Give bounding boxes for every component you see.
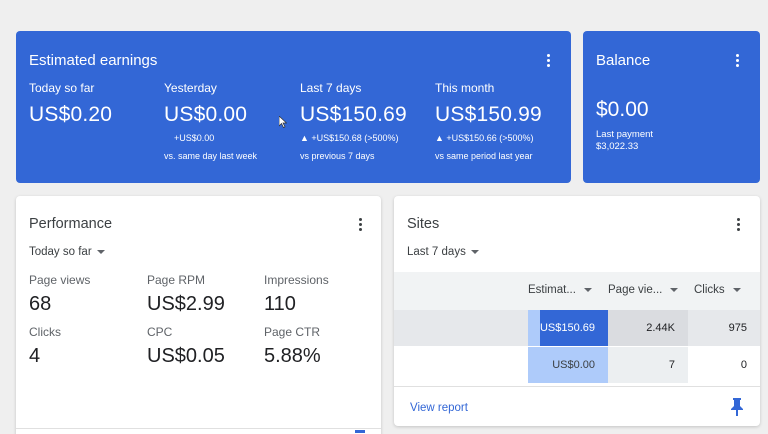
perf-metric-value: 68 xyxy=(29,293,52,315)
pin-icon[interactable] xyxy=(730,398,744,416)
cell-earnings: US$0.00 xyxy=(552,359,595,371)
balance-more-icon[interactable] xyxy=(729,52,745,68)
column-header-clicks[interactable]: Clicks xyxy=(694,284,741,296)
sort-arrow-icon xyxy=(670,288,679,292)
dropdown-arrow-icon xyxy=(96,250,105,254)
metric-yesterday: Yesterday US$0.00 +US$0.00 vs. same day … xyxy=(164,81,257,163)
metric-change: ▲ +US$150.66 (>500%) xyxy=(435,133,534,143)
perf-metric-value: 110 xyxy=(264,293,296,315)
perf-metric-label: Clicks xyxy=(29,325,61,339)
balance-card: Balance $0.00 Last payment $3,022.33 xyxy=(583,31,760,183)
perf-metric-value: 5.88% xyxy=(264,345,321,367)
dropdown-arrow-icon xyxy=(470,250,479,254)
cell-page-views: 7 xyxy=(608,347,688,383)
table-row[interactable]: US$0.00 7 0 xyxy=(394,347,760,383)
metric-value: US$0.20 xyxy=(29,103,113,126)
perf-metric-page-views: Page views 68 xyxy=(29,273,90,316)
performance-range-dropdown[interactable]: Today so far xyxy=(29,246,105,258)
performance-title: Performance xyxy=(29,216,113,232)
metric-label: Yesterday xyxy=(164,81,217,95)
metric-label: Today so far xyxy=(29,81,95,95)
performance-more-icon[interactable] xyxy=(352,216,368,232)
column-header-label: Clicks xyxy=(694,284,725,296)
metric-change: ▲ +US$150.68 (>500%) xyxy=(300,133,399,143)
last-payment-value: $3,022.33 xyxy=(596,141,639,152)
estimated-earnings-card: Estimated earnings Today so far US$0.20 … xyxy=(16,31,571,183)
metric-value: US$150.69 xyxy=(300,103,407,126)
metric-value: US$150.99 xyxy=(435,103,542,126)
cell-page-views: 2.44K xyxy=(608,310,688,346)
metric-comparison: vs previous 7 days xyxy=(300,151,375,161)
perf-metric-value: US$2.99 xyxy=(147,293,225,315)
sites-card: Sites Last 7 days Estimat... Page vie...… xyxy=(394,196,760,426)
sites-title: Sites xyxy=(407,216,440,232)
metric-label: This month xyxy=(435,81,495,95)
sort-arrow-icon xyxy=(732,288,741,292)
cell-clicks: 0 xyxy=(740,359,747,371)
cell-clicks: 975 xyxy=(728,322,747,334)
estimated-earnings-title: Estimated earnings xyxy=(29,52,158,69)
column-header-label: Page vie... xyxy=(608,284,663,296)
metric-last-7-days: Last 7 days US$150.69 ▲ +US$150.68 (>500… xyxy=(300,81,407,163)
perf-metric-cpc: CPC US$0.05 xyxy=(147,325,225,368)
metric-today: Today so far US$0.20 xyxy=(29,81,112,127)
sites-more-icon[interactable] xyxy=(730,216,746,232)
earnings-more-icon[interactable] xyxy=(540,52,556,68)
perf-metric-label: Page CTR xyxy=(264,325,321,339)
sites-footer-divider xyxy=(394,386,760,387)
cell-earnings: US$150.69 xyxy=(539,322,595,334)
performance-footer-divider xyxy=(16,428,381,429)
perf-metric-label: CPC xyxy=(147,325,173,339)
balance-value: $0.00 xyxy=(596,98,649,121)
table-row[interactable]: US$150.69 2.44K 975 xyxy=(394,310,760,346)
range-label: Today so far xyxy=(29,246,92,258)
mouse-cursor-icon xyxy=(279,116,287,128)
perf-metric-value: 4 xyxy=(29,345,41,367)
perf-metric-clicks: Clicks 4 xyxy=(29,325,61,368)
metric-label: Last 7 days xyxy=(300,81,362,95)
pin-icon[interactable] xyxy=(354,430,366,434)
sort-arrow-icon xyxy=(583,288,592,292)
column-header-page-views[interactable]: Page vie... xyxy=(608,284,679,296)
perf-metric-impressions: Impressions 110 xyxy=(264,273,329,316)
metric-value: US$0.00 xyxy=(164,103,248,126)
metric-comparison: vs. same day last week xyxy=(164,151,258,161)
range-label: Last 7 days xyxy=(407,246,466,258)
perf-metric-page-rpm: Page RPM US$2.99 xyxy=(147,273,225,316)
perf-metric-page-ctr: Page CTR 5.88% xyxy=(264,325,321,368)
column-header-estimated-earnings[interactable]: Estimat... xyxy=(528,284,592,296)
perf-metric-label: Page RPM xyxy=(147,273,206,287)
balance-title: Balance xyxy=(596,52,651,69)
metric-this-month: This month US$150.99 ▲ +US$150.66 (>500%… xyxy=(435,81,542,163)
last-payment-label: Last payment xyxy=(596,129,654,140)
view-report-link[interactable]: View report xyxy=(410,402,468,414)
sites-range-dropdown[interactable]: Last 7 days xyxy=(407,246,479,258)
column-header-label: Estimat... xyxy=(528,284,576,296)
performance-card: Performance Today so far Page views 68 P… xyxy=(16,196,381,434)
perf-metric-value: US$0.05 xyxy=(147,345,225,367)
metric-change: +US$0.00 xyxy=(174,133,215,143)
perf-metric-label: Page views xyxy=(29,273,91,287)
metric-comparison: vs same period last year xyxy=(435,151,533,161)
perf-metric-label: Impressions xyxy=(264,273,329,287)
